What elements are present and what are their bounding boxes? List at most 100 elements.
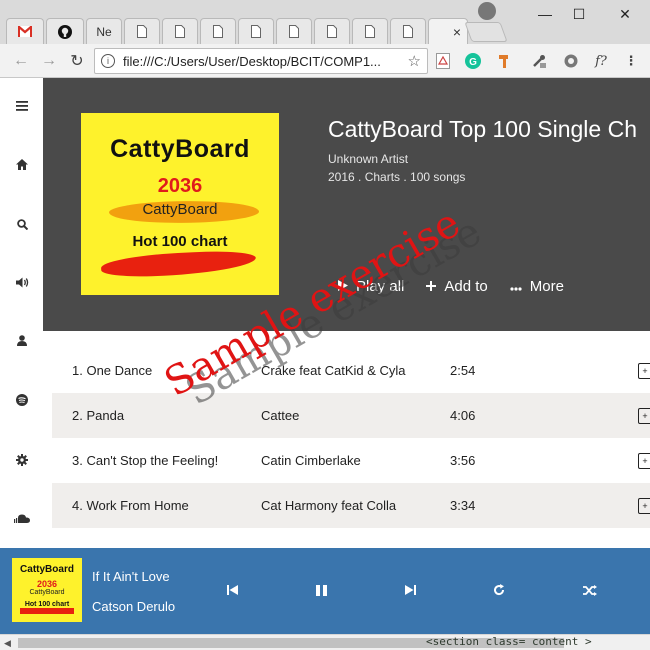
thumb-brand: CattyBoard	[20, 564, 74, 575]
more-button[interactable]: More	[510, 278, 564, 295]
browser-toolbar: ← → ↻ i file:///C:/Users/User/Desktop/BC…	[0, 44, 650, 78]
track-options-icon[interactable]: +	[638, 407, 650, 424]
soundcloud-icon[interactable]	[12, 508, 32, 528]
album-header: CattyBoard 2036 CattyBoard Hot 100 chart…	[43, 78, 650, 331]
hammer-icon[interactable]	[496, 52, 514, 70]
shuffle-icon[interactable]	[580, 580, 600, 600]
table-row[interactable]: 3. Can't Stop the Feeling! Catin Cimberl…	[52, 438, 650, 483]
bookmark-star-icon[interactable]: ☆	[408, 52, 421, 70]
now-playing-bar: CattyBoard 2036 CattyBoard Hot 100 chart…	[0, 548, 650, 634]
doc-icon	[173, 25, 187, 39]
back-icon[interactable]: ←	[10, 50, 32, 72]
scroll-left-icon[interactable]: ◀	[4, 638, 11, 649]
track-name: 4. Work From Home	[72, 498, 189, 513]
cover-year: 2036	[157, 175, 203, 197]
pdf-icon[interactable]	[434, 52, 452, 70]
track-name: 1. One Dance	[72, 363, 153, 378]
track-artist: Catin Cimberlake	[261, 453, 361, 468]
album-actions: Play all Add to More	[338, 278, 564, 295]
new-tab-button[interactable]	[464, 22, 508, 42]
table-row[interactable]: 2. Panda Cattee 4:06 +	[52, 393, 650, 438]
sidebar	[0, 78, 43, 548]
thumb-chart-label: Hot 100 chart	[24, 601, 70, 608]
github-icon	[58, 24, 72, 39]
ellipsis-icon	[510, 278, 522, 295]
track-duration: 3:56	[450, 453, 476, 468]
doc-icon	[363, 25, 377, 39]
doc-icon	[249, 25, 263, 39]
code-peek-text: <section class= content >	[426, 635, 592, 648]
album-cover: CattyBoard 2036 CattyBoard Hot 100 chart	[81, 113, 279, 295]
tab-label: Ne	[96, 24, 112, 39]
formula-icon[interactable]: f?	[592, 52, 610, 70]
table-row[interactable]: 4. Work From Home Cat Harmony feat Colla…	[52, 483, 650, 528]
track-options-icon[interactable]: +	[638, 452, 650, 469]
doc-icon	[401, 25, 415, 39]
menu-icon[interactable]: ⋮	[622, 52, 640, 70]
doc-icon	[211, 25, 225, 39]
tab-doc[interactable]	[124, 18, 160, 44]
thumb-brush-stroke	[20, 608, 74, 614]
track-artist: Cattee	[261, 408, 300, 423]
close-tab-icon[interactable]: ×	[453, 24, 461, 40]
volume-icon[interactable]	[12, 272, 32, 292]
address-bar[interactable]: i file:///C:/Users/User/Desktop/BCIT/COM…	[94, 48, 428, 74]
close-window-button[interactable]: ✕	[610, 4, 640, 24]
thumb-subtitle: CattyBoard	[29, 589, 65, 596]
maximize-button[interactable]: ☐	[564, 4, 594, 24]
tab-doc[interactable]	[352, 18, 388, 44]
tab-doc[interactable]	[390, 18, 426, 44]
track-list: 1. One Dance Crake feat CatKid & Cyla 2:…	[52, 348, 650, 528]
track-options-icon[interactable]: +	[638, 497, 650, 514]
add-to-button[interactable]: Add to	[426, 278, 488, 295]
play-icon	[338, 278, 348, 295]
now-playing-artist: Catson Derulo	[92, 599, 176, 614]
tab-github[interactable]	[46, 18, 84, 44]
tab-doc[interactable]	[200, 18, 236, 44]
tab-doc[interactable]	[276, 18, 312, 44]
play-all-button[interactable]: Play all	[338, 278, 404, 295]
info-icon[interactable]: i	[101, 54, 115, 68]
add-to-label: Add to	[444, 278, 488, 295]
pause-icon[interactable]	[311, 580, 331, 600]
previous-track-icon[interactable]	[222, 580, 242, 600]
grammarly-icon[interactable]: G	[464, 52, 482, 70]
tab-new[interactable]: Ne	[86, 18, 122, 44]
cover-subtitle: CattyBoard	[142, 201, 218, 218]
settings-icon[interactable]	[562, 52, 580, 70]
browser-tabstrip: Ne × — ☐ ✕	[0, 0, 650, 44]
gmail-icon	[18, 25, 32, 39]
spotify-icon[interactable]	[12, 390, 32, 410]
gear-icon[interactable]	[12, 450, 32, 470]
tab-gmail[interactable]	[6, 18, 44, 44]
home-icon[interactable]	[12, 154, 32, 174]
reload-icon[interactable]: ↻	[66, 50, 88, 72]
user-icon[interactable]	[12, 330, 32, 350]
horizontal-scrollbar[interactable]: ◀ <section class= content >	[0, 634, 650, 650]
cover-brand: CattyBoard	[110, 135, 250, 163]
tab-doc[interactable]	[238, 18, 274, 44]
hamburger-menu-icon[interactable]	[12, 96, 32, 116]
track-duration: 3:34	[450, 498, 476, 513]
address-text: file:///C:/Users/User/Desktop/BCIT/COMP1…	[123, 53, 381, 69]
doc-icon	[135, 25, 149, 39]
track-artist: Crake feat CatKid & Cyla	[261, 363, 406, 378]
album-meta: 2016 . Charts . 100 songs	[328, 170, 466, 184]
track-duration: 4:06	[450, 408, 476, 423]
track-duration: 2:54	[450, 363, 476, 378]
plus-icon	[426, 278, 437, 295]
album-artist: Unknown Artist	[328, 152, 409, 166]
tab-active[interactable]: ×	[428, 18, 468, 44]
table-row[interactable]: 1. One Dance Crake feat CatKid & Cyla 2:…	[52, 348, 650, 393]
forward-icon[interactable]: →	[38, 50, 60, 72]
eyedropper-icon[interactable]	[530, 52, 548, 70]
minimize-button[interactable]: —	[530, 4, 560, 24]
svg-text:G: G	[469, 57, 477, 68]
profile-avatar-icon[interactable]	[478, 2, 496, 20]
next-track-icon[interactable]	[400, 580, 420, 600]
tab-doc[interactable]	[162, 18, 198, 44]
repeat-icon[interactable]	[489, 580, 509, 600]
tab-doc[interactable]	[314, 18, 350, 44]
track-options-icon[interactable]: +	[638, 362, 650, 379]
search-icon[interactable]	[12, 214, 32, 234]
